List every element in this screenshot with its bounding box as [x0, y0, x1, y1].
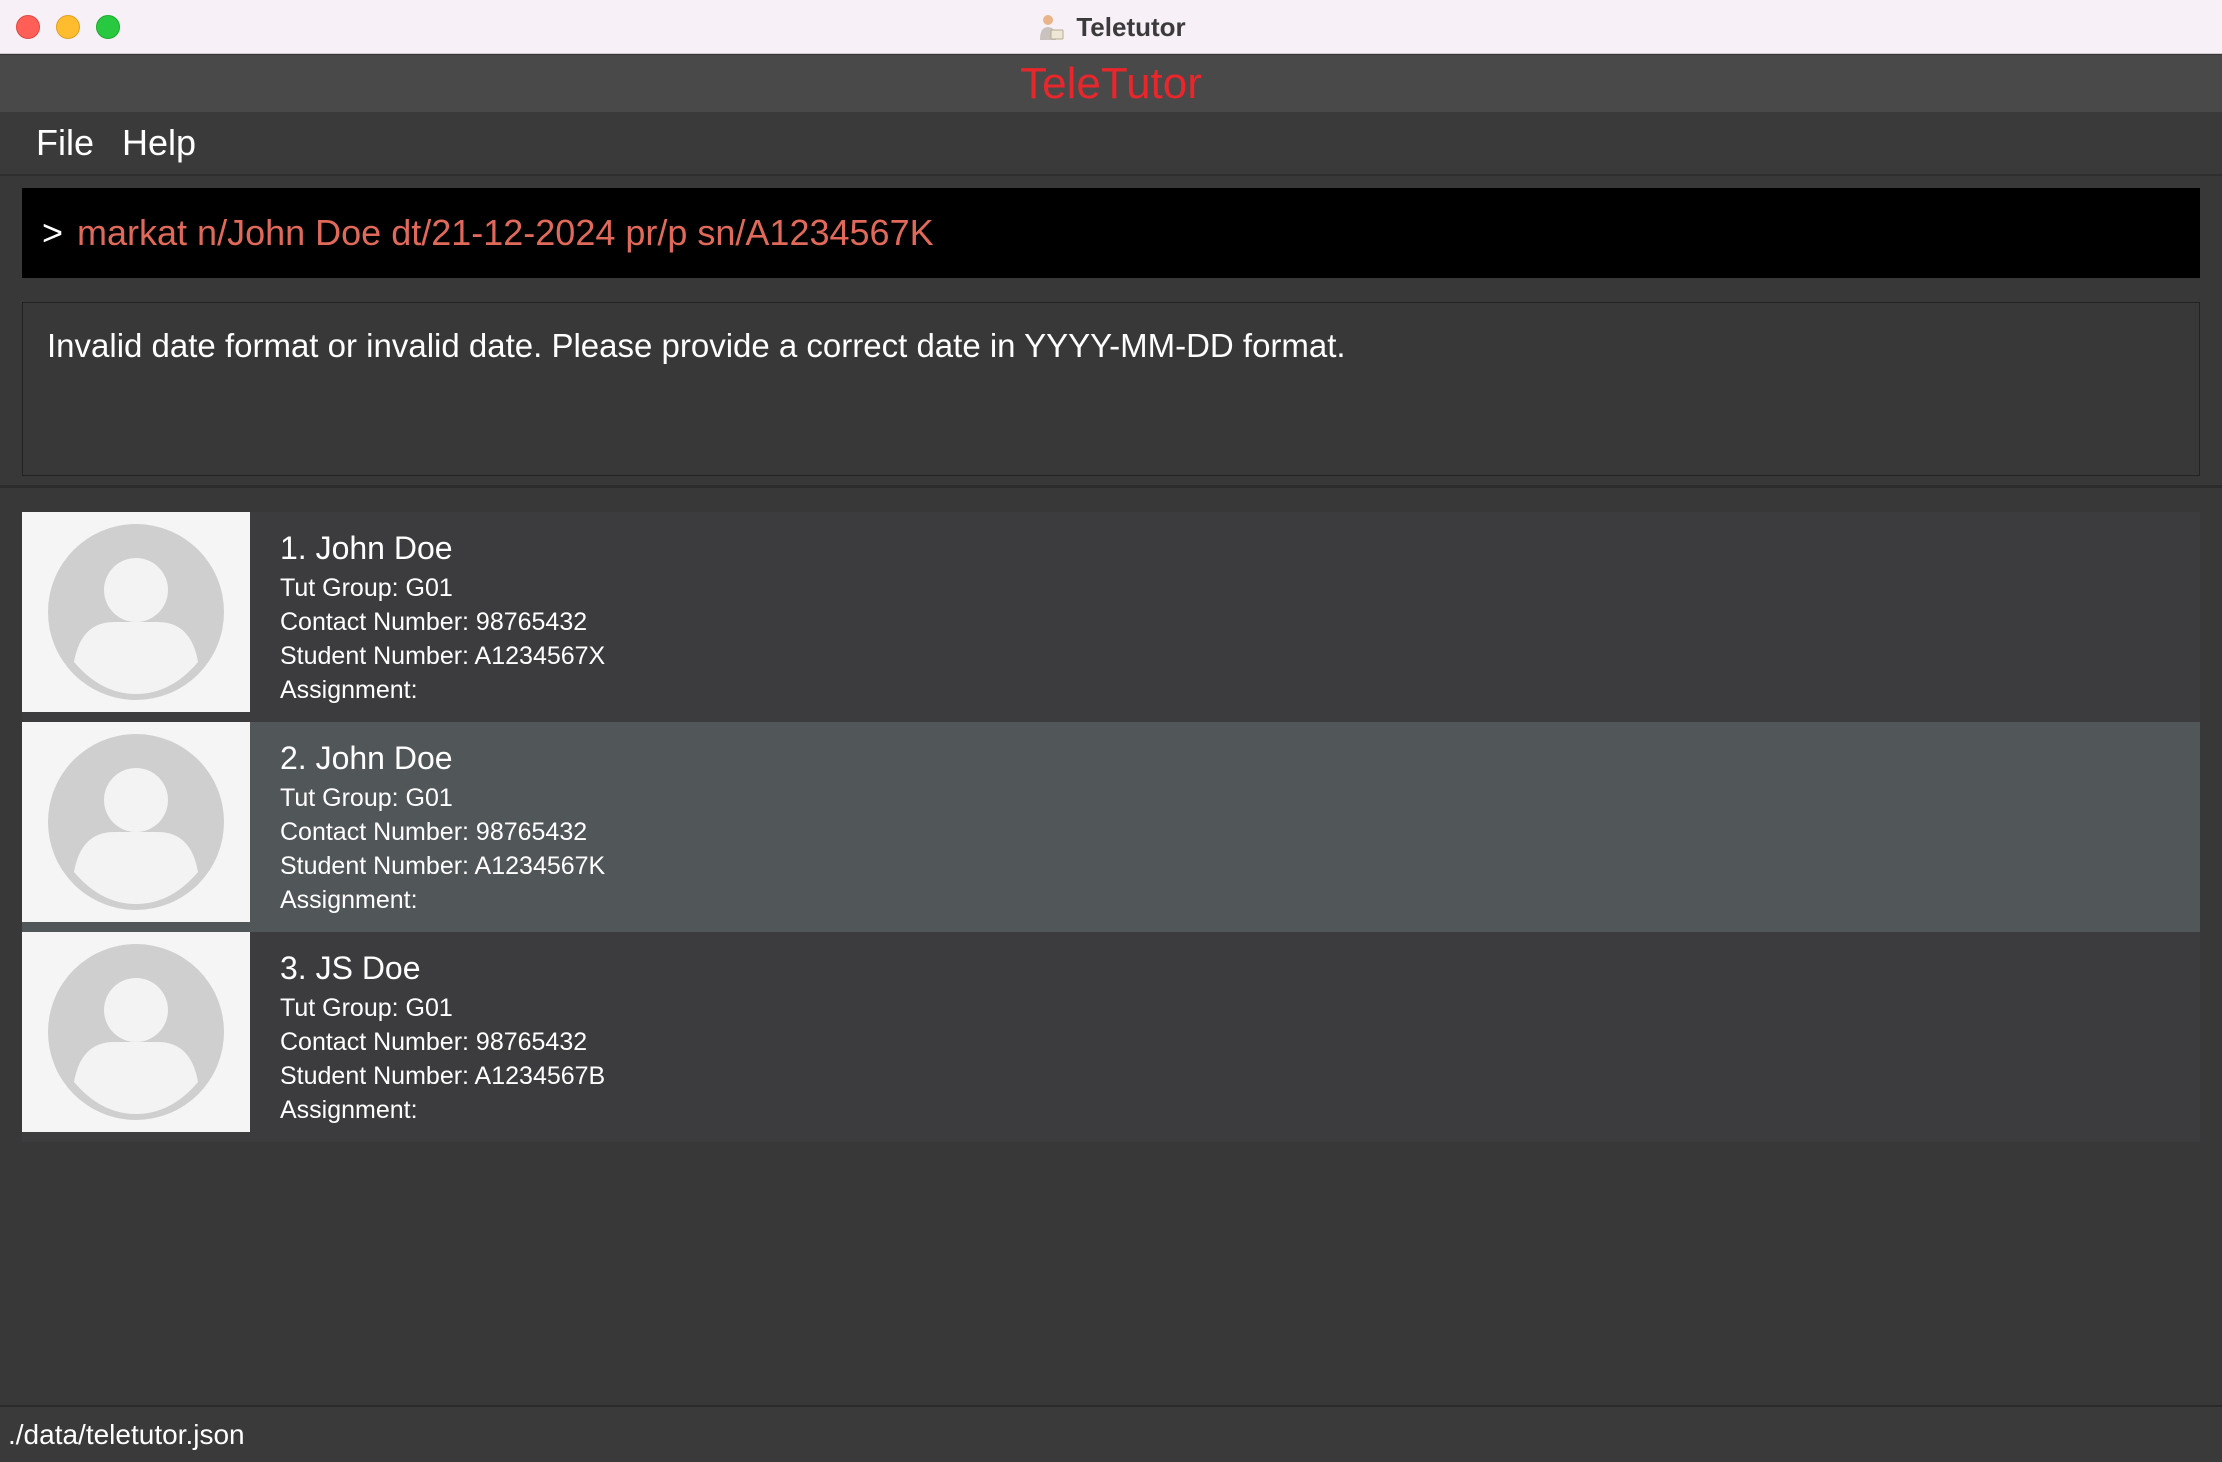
result-display-area: Invalid date format or invalid date. Ple…: [0, 292, 2222, 488]
student-details: 3. JS Doe Tut Group: G01 Contact Number:…: [250, 932, 605, 1142]
student-assignment: Assignment:: [280, 1096, 418, 1124]
app-header: TeleTutor: [0, 55, 2222, 112]
student-list: 1. John Doe Tut Group: G01 Contact Numbe…: [22, 512, 2200, 1142]
student-name: 3. JS Doe: [280, 950, 421, 986]
result-message: Invalid date format or invalid date. Ple…: [47, 327, 1346, 364]
student-assignment: Assignment:: [280, 886, 418, 914]
command-box[interactable]: >: [22, 188, 2200, 278]
avatar: [22, 932, 250, 1132]
app-name: TeleTutor: [1020, 58, 1202, 108]
student-details: 1. John Doe Tut Group: G01 Contact Numbe…: [250, 512, 605, 722]
student-tut-group: Tut Group: G01: [280, 784, 453, 812]
student-tut-group: Tut Group: G01: [280, 994, 453, 1022]
title-bar: Teletutor: [0, 0, 2222, 54]
student-card[interactable]: 1. John Doe Tut Group: G01 Contact Numbe…: [22, 512, 2200, 722]
student-details: 2. John Doe Tut Group: G01 Contact Numbe…: [250, 722, 605, 932]
default-avatar-icon: [48, 944, 224, 1120]
student-contact: Contact Number: 98765432: [280, 1028, 588, 1056]
default-avatar-icon: [48, 734, 224, 910]
student-number: Student Number: A1234567K: [280, 852, 606, 880]
menu-bar: File Help: [0, 112, 2222, 176]
student-name: 1. John Doe: [280, 530, 453, 566]
person-reading-icon: [1040, 15, 1064, 40]
menu-file[interactable]: File: [22, 116, 108, 170]
command-input[interactable]: [77, 212, 2200, 254]
student-tut-group: Tut Group: G01: [280, 574, 453, 602]
status-bar: ./data/teletutor.json: [0, 1405, 2222, 1462]
student-number: Student Number: A1234567X: [280, 642, 606, 670]
student-name: 2. John Doe: [280, 740, 453, 776]
student-contact: Contact Number: 98765432: [280, 608, 588, 636]
command-prompt: >: [42, 212, 64, 253]
student-contact: Contact Number: 98765432: [280, 818, 588, 846]
student-card[interactable]: 2. John Doe Tut Group: G01 Contact Numbe…: [22, 722, 2200, 932]
student-card[interactable]: 3. JS Doe Tut Group: G01 Contact Number:…: [22, 932, 2200, 1142]
menu-help[interactable]: Help: [108, 116, 210, 170]
status-file-path: ./data/teletutor.json: [8, 1418, 245, 1450]
default-avatar-icon: [48, 524, 224, 700]
student-assignment: Assignment:: [280, 676, 418, 704]
avatar: [22, 512, 250, 712]
command-box-area: >: [0, 178, 2222, 290]
window-title-text: Teletutor: [1076, 11, 1186, 42]
app-window: Teletutor TeleTutor File Help > Invalid …: [0, 0, 2222, 1462]
student-number: Student Number: A1234567B: [280, 1062, 606, 1090]
avatar: [22, 722, 250, 922]
result-display: Invalid date format or invalid date. Ple…: [22, 302, 2200, 476]
window-title: Teletutor: [0, 0, 2222, 54]
